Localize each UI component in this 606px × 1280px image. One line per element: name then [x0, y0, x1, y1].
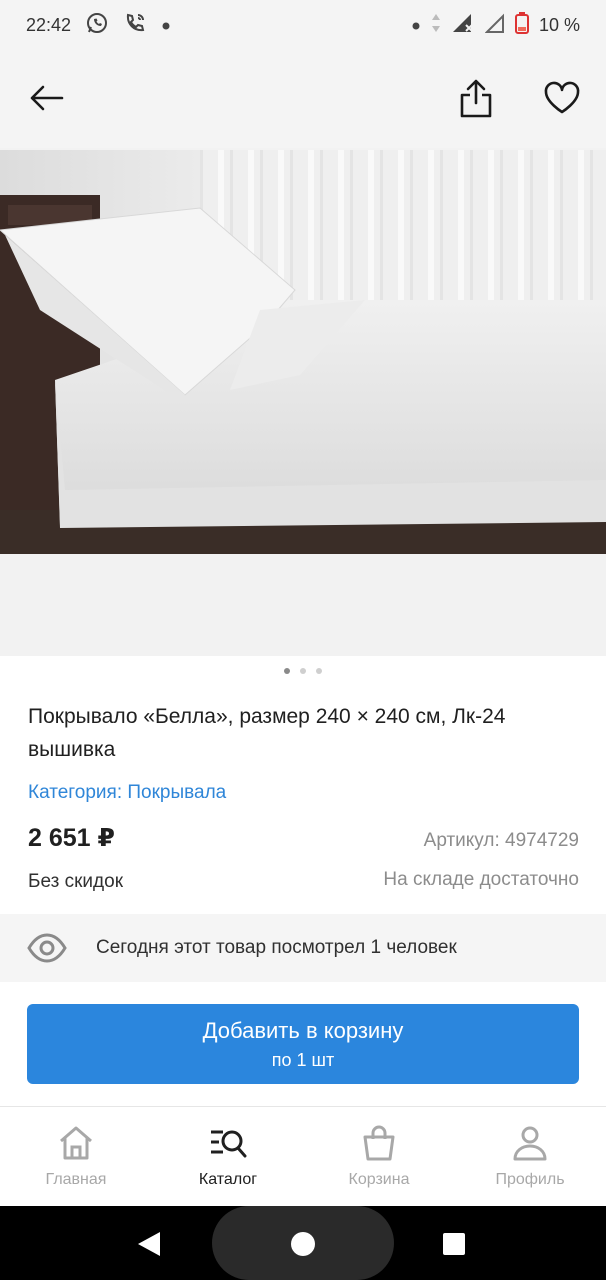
notification-dot-icon: [161, 15, 171, 36]
stock-status: На складе достаточно: [383, 869, 579, 890]
share-icon: [460, 79, 492, 118]
eye-icon: [27, 933, 67, 963]
favorite-button[interactable]: [538, 74, 586, 122]
discount-status: Без скидок: [28, 871, 123, 892]
share-button[interactable]: [452, 74, 500, 122]
product-article: Артикул: 4974729: [423, 830, 579, 851]
add-to-cart-quantity: по 1 шт: [271, 1050, 335, 1070]
catalog-search-icon: [211, 1130, 247, 1158]
add-to-cart-label: Добавить в корзину: [202, 1018, 404, 1043]
home-icon: [60, 1126, 92, 1160]
bottom-navigation: Главная Каталог Корзина Профиль: [0, 1106, 606, 1206]
back-button[interactable]: [22, 74, 70, 122]
home-circle-icon[interactable]: [290, 1231, 316, 1257]
product-price: 2 651 ₽: [28, 824, 115, 852]
nav-label-home: Главная: [45, 1171, 107, 1188]
product-title: Покрывало «Белла», размер 240 × 240 см, …: [28, 705, 506, 761]
status-time: 22:42: [26, 14, 72, 35]
product-gallery[interactable]: [0, 148, 606, 656]
bag-icon: [363, 1125, 395, 1161]
system-navigation-bar: [0, 1206, 606, 1280]
battery-level: 10 %: [538, 14, 580, 35]
add-to-cart-button[interactable]: Добавить в корзину по 1 шт: [27, 1004, 579, 1084]
nav-item-home[interactable]: Главная: [0, 1107, 152, 1207]
gallery-dot[interactable]: [284, 668, 290, 674]
data-arrows-icon: [431, 13, 441, 38]
dot-icon: [411, 15, 421, 36]
back-triangle-icon[interactable]: [136, 1231, 162, 1257]
battery-icon: [514, 11, 529, 39]
signal-icon: [451, 12, 475, 39]
status-bar: 22:42 10 %: [0, 0, 606, 50]
nav-label-profile: Профиль: [495, 1171, 565, 1188]
product-photo: [0, 150, 606, 554]
category-link[interactable]: Категория: Покрывала: [28, 782, 226, 804]
gallery-pagination: [0, 668, 606, 674]
recents-square-icon[interactable]: [442, 1232, 466, 1256]
nav-item-cart[interactable]: Корзина: [303, 1107, 455, 1207]
whatsapp-icon: [85, 11, 109, 40]
app-bar: [0, 50, 606, 148]
heart-icon: [544, 81, 580, 114]
nav-label-cart: Корзина: [348, 1171, 410, 1188]
arrow-left-icon: [30, 85, 64, 111]
gallery-dot[interactable]: [316, 668, 322, 674]
nav-item-profile[interactable]: Профиль: [454, 1107, 606, 1207]
signal-2-icon: [484, 12, 505, 39]
gallery-dot[interactable]: [300, 668, 306, 674]
nav-label-catalog: Каталог: [198, 1171, 258, 1188]
views-notice: Сегодня этот товар посмотрел 1 человек: [0, 914, 606, 982]
views-text: Сегодня этот товар посмотрел 1 человек: [96, 937, 457, 958]
nav-item-catalog[interactable]: Каталог: [152, 1107, 304, 1207]
wifi-call-icon: [123, 11, 147, 40]
profile-icon: [513, 1126, 547, 1161]
